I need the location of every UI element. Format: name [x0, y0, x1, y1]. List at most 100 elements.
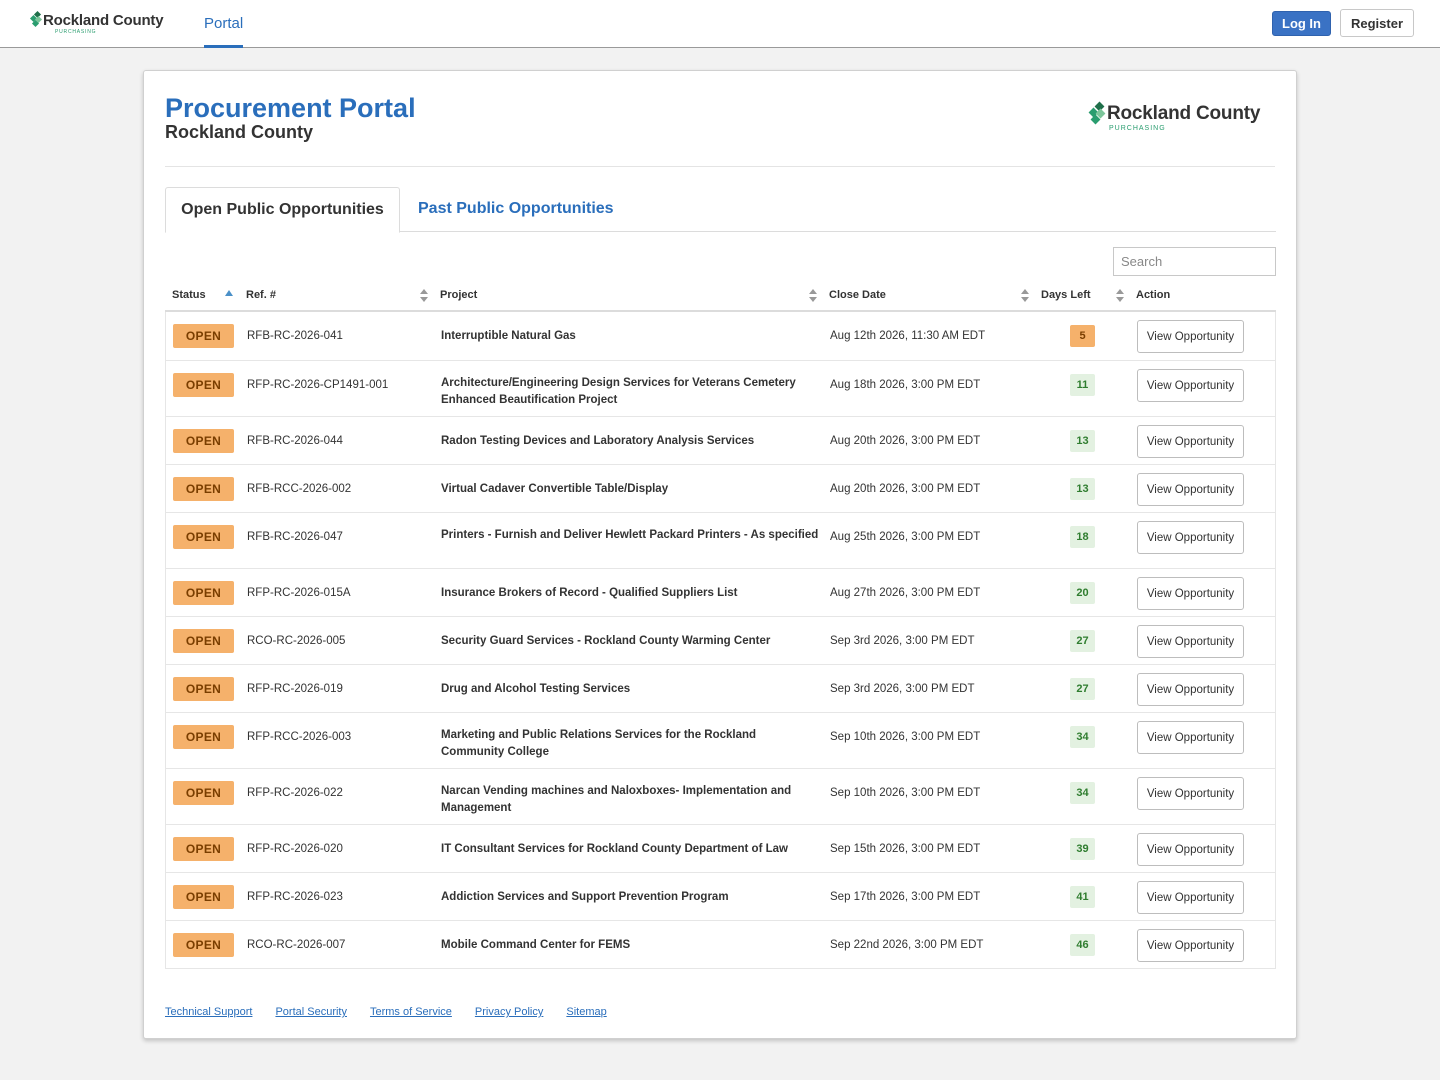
table-row: OPEN RFB-RC-2026-047 Printers - Furnish an…	[166, 512, 1275, 568]
days-left-badge: 34	[1070, 782, 1095, 804]
table-row: OPEN RFB-RC-2026-044 Radon Testing Devices…	[166, 416, 1275, 464]
portal-card: Procurement Portal Rockland County Rockl…	[143, 70, 1297, 1039]
project-title: Interruptible Natural Gas	[441, 330, 576, 342]
project-title: Mobile Command Center for FEMS	[441, 939, 631, 951]
register-button[interactable]: Register	[1340, 9, 1414, 37]
footer-link[interactable]: Sitemap	[566, 1006, 606, 1018]
view-opportunity-button[interactable]: View Opportunity	[1137, 833, 1244, 866]
status-badge: OPEN	[173, 885, 234, 909]
table-row: OPEN RFB-RC-2026-041 Interruptible Natural…	[166, 312, 1275, 360]
sort-icon[interactable]	[420, 289, 428, 303]
table-row: OPEN RFP-RC-2026-CP1491-001 Architecture/E…	[166, 360, 1275, 416]
status-badge: OPEN	[173, 477, 234, 501]
search-input[interactable]	[1113, 247, 1276, 276]
close-date: Aug 20th 2026, 3:00 PM EDT	[830, 483, 981, 495]
days-left-badge: 39	[1070, 838, 1095, 860]
footer-link[interactable]: Privacy Policy	[475, 1006, 543, 1018]
table-row: OPEN RCO-RC-2026-007 Mobile Command Center…	[166, 920, 1275, 968]
footer-links: Technical Support Portal Security Terms of…	[165, 1006, 630, 1018]
sort-icon[interactable]	[1021, 289, 1029, 303]
header-days-left[interactable]: Days Left	[1041, 281, 1091, 310]
logo-name: Rockland County	[1107, 103, 1261, 124]
view-opportunity-button[interactable]: View Opportunity	[1137, 929, 1244, 962]
brand-logo[interactable]: Rockland County PURCHASING	[29, 10, 164, 35]
view-opportunity-button[interactable]: View Opportunity	[1137, 777, 1244, 810]
county-logo: Rockland County PURCHASING	[1088, 101, 1261, 133]
project-title: Printers - Furnish and Deliver Hewlett P…	[441, 529, 819, 541]
table-row: OPEN RFP-RC-2026-019 Drug and Alcohol Test…	[166, 664, 1275, 712]
header-close-date[interactable]: Close Date	[829, 281, 886, 310]
view-opportunity-button[interactable]: View Opportunity	[1137, 521, 1244, 554]
table-row: OPEN RFP-RC-2026-023 Addiction Services an…	[166, 872, 1275, 920]
view-opportunity-button[interactable]: View Opportunity	[1137, 881, 1244, 914]
close-date: Aug 20th 2026, 3:00 PM EDT	[830, 435, 981, 447]
project-title: Architecture/Engineering Design Services…	[441, 377, 796, 406]
project-title: Marketing and Public Relations Services …	[441, 729, 757, 758]
page-title: Procurement Portal	[165, 93, 416, 123]
sort-icon[interactable]	[1116, 289, 1124, 303]
project-title: Security Guard Services - Rockland Count…	[441, 635, 771, 647]
brand-name: Rockland County	[43, 12, 164, 29]
project-title: IT Consultant Services for Rockland Coun…	[441, 843, 788, 855]
days-left-badge: 5	[1070, 325, 1095, 347]
status-badge: OPEN	[173, 725, 234, 749]
brand-sub: PURCHASING	[55, 29, 97, 35]
tab-open-opportunities[interactable]: Open Public Opportunities	[165, 187, 400, 233]
project-title: Drug and Alcohol Testing Services	[441, 683, 631, 695]
close-date: Sep 3rd 2026, 3:00 PM EDT	[830, 635, 975, 647]
header-ref[interactable]: Ref. #	[246, 281, 276, 310]
logo-diamond-icon	[29, 10, 43, 28]
page-subtitle: Rockland County	[165, 122, 314, 142]
header-action: Action	[1136, 289, 1171, 301]
project-title: Insurance Brokers of Record - Qualified …	[441, 587, 738, 599]
header-status[interactable]: Status	[172, 281, 206, 310]
opportunities-table-body: OPEN RFB-RC-2026-041 Interruptible Natural…	[165, 312, 1276, 969]
project-title: Virtual Cadaver Convertible Table/Displa…	[441, 483, 669, 495]
logo-sub: PURCHASING	[1109, 125, 1166, 132]
opportunity-tabs: Open Public Opportunities Past Public Op…	[165, 187, 1276, 233]
days-left-badge: 34	[1070, 726, 1095, 748]
ref-number: RCO-RC-2026-005	[247, 635, 346, 647]
view-opportunity-button[interactable]: View Opportunity	[1137, 721, 1244, 754]
days-left-badge: 27	[1070, 678, 1095, 700]
view-opportunity-button[interactable]: View Opportunity	[1137, 425, 1244, 458]
project-title: Narcan Vending machines and Naloxboxes- …	[441, 785, 792, 814]
view-opportunity-button[interactable]: View Opportunity	[1137, 320, 1244, 353]
close-date: Sep 3rd 2026, 3:00 PM EDT	[830, 683, 975, 695]
logo-diamond-icon	[1088, 101, 1106, 125]
close-date: Sep 17th 2026, 3:00 PM EDT	[830, 891, 981, 903]
header-project[interactable]: Project	[440, 281, 477, 310]
login-button[interactable]: Log In	[1272, 11, 1331, 36]
ref-number: RFB-RC-2026-041	[247, 330, 343, 342]
close-date: Aug 27th 2026, 3:00 PM EDT	[830, 587, 981, 599]
footer-link[interactable]: Technical Support	[165, 1006, 252, 1018]
footer-link[interactable]: Terms of Service	[370, 1006, 452, 1018]
table-row: OPEN RFP-RCC-2026-003 Marketing and Public…	[166, 712, 1275, 768]
footer-link[interactable]: Portal Security	[275, 1006, 347, 1018]
status-badge: OPEN	[173, 837, 234, 861]
ref-number: RFP-RC-2026-022	[247, 787, 343, 799]
days-left-badge: 46	[1070, 934, 1095, 956]
sort-asc-icon[interactable]	[225, 290, 233, 296]
project-title: Radon Testing Devices and Laboratory Ana…	[441, 435, 755, 447]
view-opportunity-button[interactable]: View Opportunity	[1137, 625, 1244, 658]
view-opportunity-button[interactable]: View Opportunity	[1137, 369, 1244, 402]
nav-portal-tab[interactable]: Portal	[204, 0, 244, 48]
close-date: Sep 10th 2026, 3:00 PM EDT	[830, 731, 981, 743]
ref-number: RFP-RC-2026-CP1491-001	[247, 379, 389, 391]
top-navbar: Rockland County PURCHASING Portal Log In…	[0, 0, 1440, 48]
ref-number: RFP-RC-2026-020	[247, 843, 343, 855]
status-badge: OPEN	[173, 629, 234, 653]
sort-icon[interactable]	[809, 289, 817, 303]
tab-past-opportunities[interactable]: Past Public Opportunities	[418, 187, 614, 233]
close-date: Sep 10th 2026, 3:00 PM EDT	[830, 787, 981, 799]
view-opportunity-button[interactable]: View Opportunity	[1137, 473, 1244, 506]
status-badge: OPEN	[173, 525, 234, 549]
status-badge: OPEN	[173, 373, 234, 397]
status-badge: OPEN	[173, 324, 234, 348]
view-opportunity-button[interactable]: View Opportunity	[1137, 577, 1244, 610]
days-left-badge: 41	[1070, 886, 1095, 908]
ref-number: RFB-RC-2026-044	[247, 435, 343, 447]
view-opportunity-button[interactable]: View Opportunity	[1137, 673, 1244, 706]
ref-number: RFB-RC-2026-047	[247, 531, 343, 543]
